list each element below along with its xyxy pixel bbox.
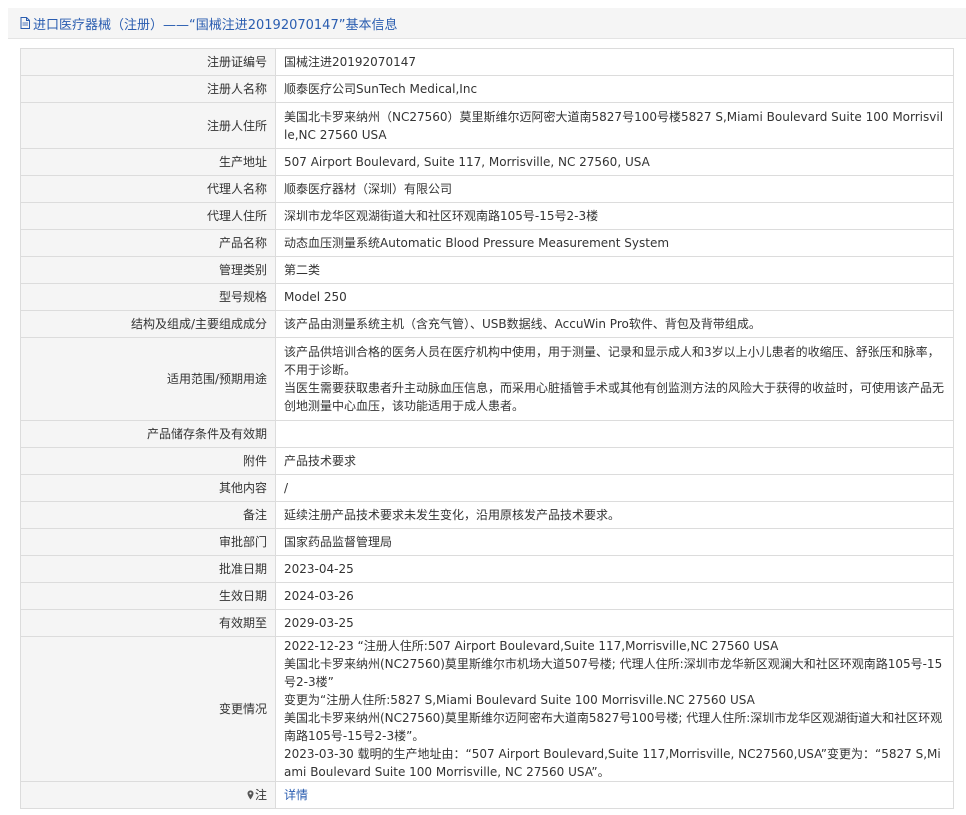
note-label-cell: 注 — [20, 781, 276, 809]
field-value: 产品技术要求 — [275, 447, 954, 475]
table-row: 审批部门 国家药品监督管理局 — [20, 528, 954, 556]
field-value: 美国北卡罗来纳州（NC27560）莫里斯维尔迈阿密大道南5827号100号楼58… — [275, 102, 954, 149]
table-row: 有效期至 2029-03-25 — [20, 609, 954, 637]
field-value: 顺泰医疗公司SunTech Medical,Inc — [275, 75, 954, 103]
table-row: 产品储存条件及有效期 — [20, 420, 954, 448]
field-label: 生效日期 — [20, 582, 276, 610]
field-value: 507 Airport Boulevard, Suite 117, Morris… — [275, 148, 954, 176]
field-label: 变更情况 — [20, 636, 276, 782]
table-row: 注册人名称 顺泰医疗公司SunTech Medical,Inc — [20, 75, 954, 103]
table-row: 注册人住所 美国北卡罗来纳州（NC27560）莫里斯维尔迈阿密大道南5827号1… — [20, 102, 954, 149]
table-row: 生产地址 507 Airport Boulevard, Suite 117, M… — [20, 148, 954, 176]
field-label: 生产地址 — [20, 148, 276, 176]
field-label: 型号规格 — [20, 283, 276, 311]
field-value: 2022-12-23 “注册人住所:507 Airport Boulevard,… — [275, 636, 954, 782]
field-label: 结构及组成/主要组成成分 — [20, 310, 276, 338]
field-value: 国械注进20192070147 — [275, 48, 954, 76]
table-row: 注册证编号 国械注进20192070147 — [20, 48, 954, 76]
table-row: 管理类别 第二类 — [20, 256, 954, 284]
field-label: 注册证编号 — [20, 48, 276, 76]
field-label: 批准日期 — [20, 555, 276, 583]
field-label: 有效期至 — [20, 609, 276, 637]
info-table: 注册证编号 国械注进20192070147 注册人名称 顺泰医疗公司SunTec… — [20, 48, 954, 809]
field-label: 产品名称 — [20, 229, 276, 257]
field-value: 第二类 — [275, 256, 954, 284]
field-value: 国家药品监督管理局 — [275, 528, 954, 556]
field-value: 顺泰医疗器材（深圳）有限公司 — [275, 175, 954, 203]
field-value — [275, 420, 954, 448]
field-label: 管理类别 — [20, 256, 276, 284]
table-row: 变更情况 2022-12-23 “注册人住所:507 Airport Boule… — [20, 636, 954, 782]
table-row: 代理人名称 顺泰医疗器材（深圳）有限公司 — [20, 175, 954, 203]
table-row: 结构及组成/主要组成成分 该产品由测量系统主机（含充气管）、USB数据线、Acc… — [20, 310, 954, 338]
table-row: 产品名称 动态血压测量系统Automatic Blood Pressure Me… — [20, 229, 954, 257]
details-link[interactable]: 详情 — [284, 788, 308, 802]
field-label: 备注 — [20, 501, 276, 529]
table-row: 附件 产品技术要求 — [20, 447, 954, 475]
document-icon — [20, 17, 30, 29]
field-value: / — [275, 474, 954, 502]
field-label: 注册人名称 — [20, 75, 276, 103]
field-value: 该产品由测量系统主机（含充气管）、USB数据线、AccuWin Pro软件、背包… — [275, 310, 954, 338]
field-label: 其他内容 — [20, 474, 276, 502]
info-table-wrapper: 注册证编号 国械注进20192070147 注册人名称 顺泰医疗公司SunTec… — [20, 48, 954, 809]
field-value: 该产品供培训合格的医务人员在医疗机构中使用，用于测量、记录和显示成人和3岁以上小… — [275, 337, 954, 421]
map-pin-icon — [247, 790, 254, 800]
field-label: 审批部门 — [20, 528, 276, 556]
field-label: 适用范围/预期用途 — [20, 337, 276, 421]
table-row: 代理人住所 深圳市龙华区观湖街道大和社区环观南路105号-15号2-3楼 — [20, 202, 954, 230]
table-row: 批准日期 2023-04-25 — [20, 555, 954, 583]
field-label: 代理人名称 — [20, 175, 276, 203]
note-value-cell: 详情 — [275, 781, 954, 809]
table-row: 其他内容 / — [20, 474, 954, 502]
table-row: 生效日期 2024-03-26 — [20, 582, 954, 610]
field-label: 注册人住所 — [20, 102, 276, 149]
table-row-note: 注 详情 — [20, 781, 954, 809]
page-title: 进口医疗器械（注册）——“国械注进20192070147”基本信息 — [33, 17, 398, 33]
field-value: Model 250 — [275, 283, 954, 311]
detail-panel: 进口医疗器械（注册）——“国械注进20192070147”基本信息 注册证编号 … — [8, 8, 966, 815]
table-row: 适用范围/预期用途 该产品供培训合格的医务人员在医疗机构中使用，用于测量、记录和… — [20, 337, 954, 421]
note-label: 注 — [254, 788, 267, 802]
table-row: 备注 延续注册产品技术要求未发生变化，沿用原核发产品技术要求。 — [20, 501, 954, 529]
field-label: 代理人住所 — [20, 202, 276, 230]
table-row: 型号规格 Model 250 — [20, 283, 954, 311]
field-value: 深圳市龙华区观湖街道大和社区环观南路105号-15号2-3楼 — [275, 202, 954, 230]
field-label: 产品储存条件及有效期 — [20, 420, 276, 448]
field-value: 2024-03-26 — [275, 582, 954, 610]
field-value: 动态血压测量系统Automatic Blood Pressure Measure… — [275, 229, 954, 257]
field-label: 附件 — [20, 447, 276, 475]
field-value: 2029-03-25 — [275, 609, 954, 637]
page-title-bar: 进口医疗器械（注册）——“国械注进20192070147”基本信息 — [8, 8, 966, 39]
field-value: 延续注册产品技术要求未发生变化，沿用原核发产品技术要求。 — [275, 501, 954, 529]
field-value: 2023-04-25 — [275, 555, 954, 583]
